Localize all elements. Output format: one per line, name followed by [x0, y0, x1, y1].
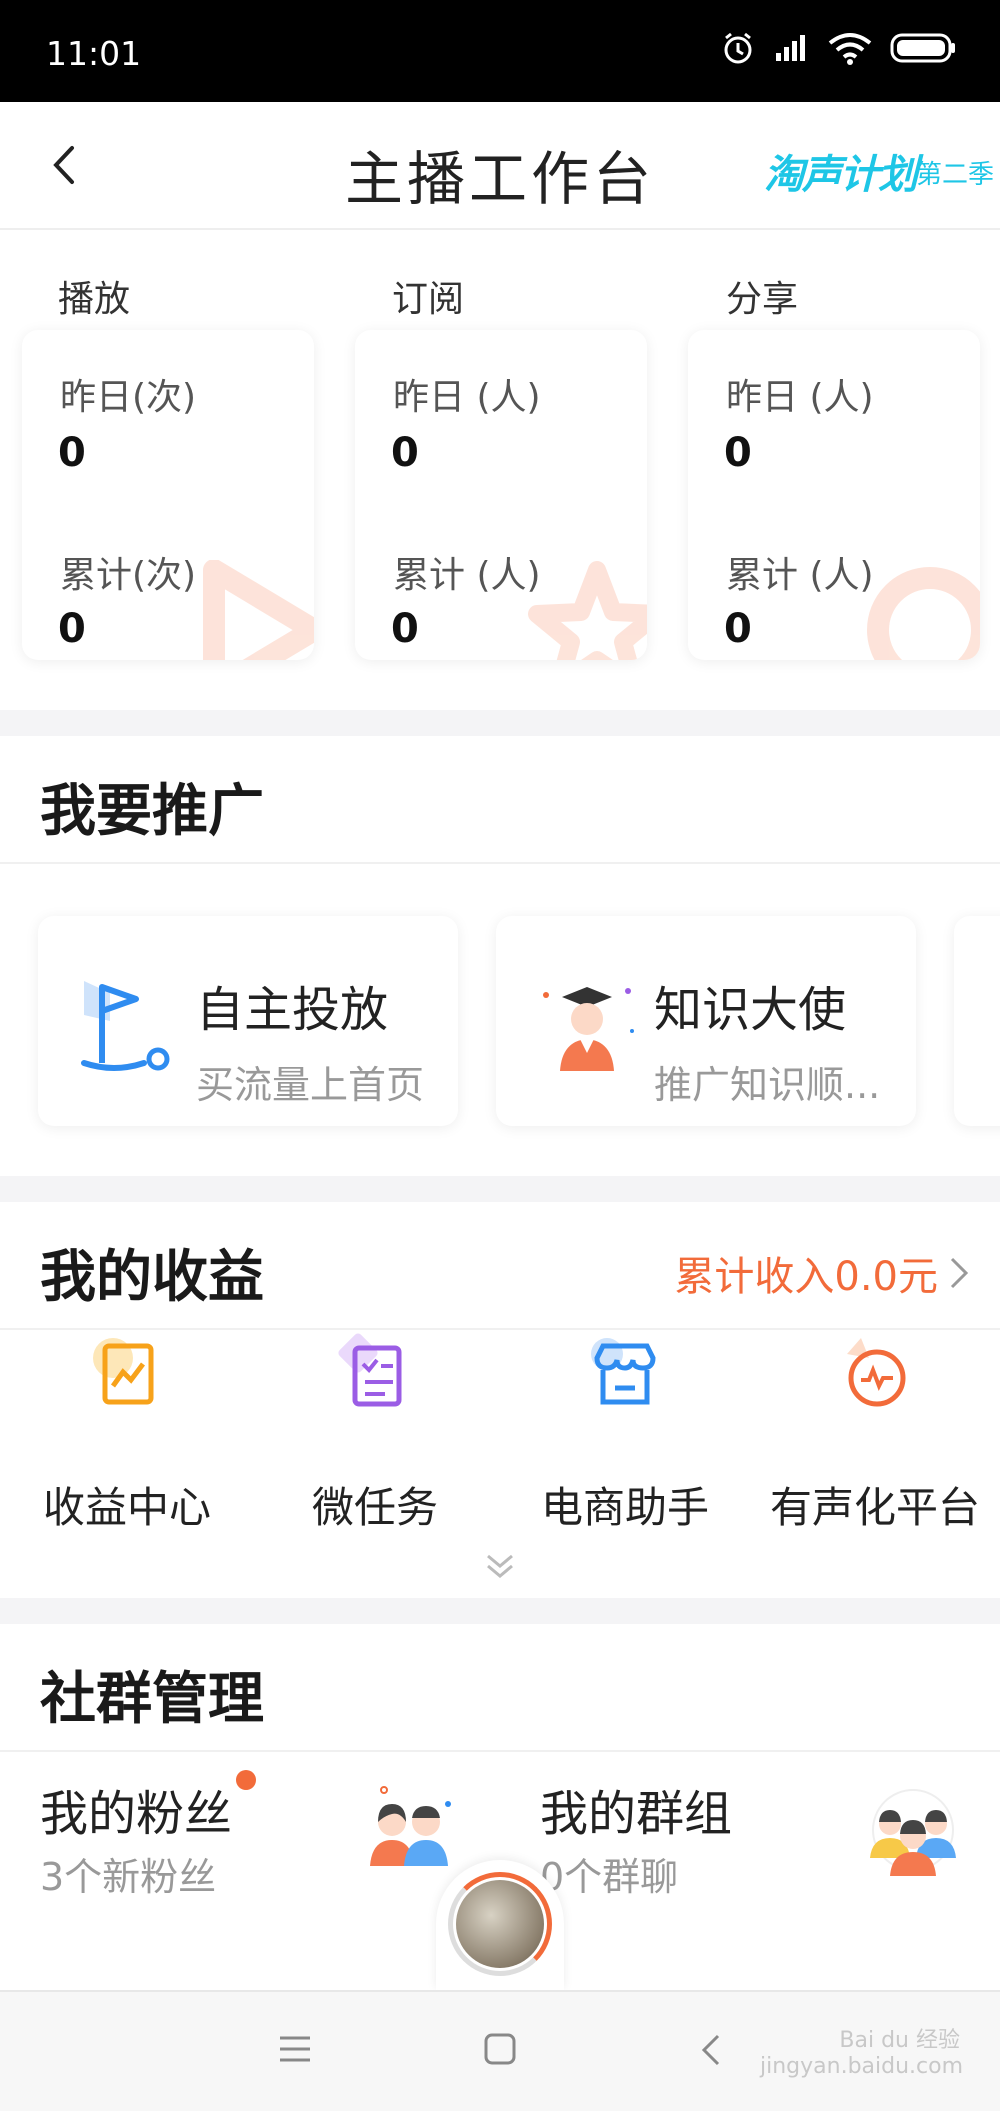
battery-icon	[890, 33, 955, 63]
total-label: 累计 (人)	[393, 555, 541, 596]
status-icons	[720, 30, 956, 66]
earnings-item-label: 电商助手	[540, 1483, 709, 1532]
divider	[0, 1750, 1000, 1752]
app-header: 主播工作台 淘声计划 第二季	[0, 102, 1000, 230]
stat-card-subscribe[interactable]: 昨日 (人) 0 累计 (人) 0	[355, 330, 647, 660]
yesterday-label: 昨日(次)	[60, 377, 197, 418]
group-icon	[870, 1789, 956, 1876]
home-icon[interactable]	[483, 2032, 517, 2066]
chart-icon	[93, 1338, 154, 1405]
graduate-icon	[543, 987, 634, 1071]
system-nav-bar: Bai du 经验 jingyan.baidu.com	[0, 1990, 1000, 2111]
expand-chevron-icon[interactable]	[484, 1550, 516, 1582]
community-title: 社群管理	[40, 1667, 264, 1732]
promote-section: 我要推广 自主投放 买流量上首页 知识大使 推广知识顺...	[0, 736, 1000, 1176]
fans-icon	[370, 1786, 451, 1866]
stat-card-play[interactable]: 昨日(次) 0 累计(次) 0	[22, 330, 314, 660]
flag-icon	[81, 981, 170, 1071]
promote-title: 我要推广	[40, 779, 264, 844]
promo-title: 知识大使	[654, 982, 847, 1038]
community-item-groups[interactable]: 我的群组 0个群聊	[540, 1774, 1000, 1944]
earnings-item-label: 有声化平台	[769, 1483, 980, 1532]
earnings-item-label: 收益中心	[42, 1483, 211, 1532]
checklist-icon	[338, 1333, 402, 1407]
community-item-title: 我的粉丝	[40, 1786, 233, 1842]
community-item-title: 我的群组	[540, 1786, 733, 1842]
promo-title: 自主投放	[196, 982, 389, 1038]
promo-subtitle: 推广知识顺...	[654, 1063, 881, 1107]
community-item-subtitle: 0个群聊	[540, 1855, 679, 1899]
earnings-section: 我的收益 累计收入0.0元 收益中心 微任务 电商助手 有声化平台	[0, 1202, 1000, 1598]
earnings-item-label: 微任务	[311, 1483, 438, 1532]
total-label: 累计(次)	[60, 555, 197, 596]
stat-heading-play: 播放	[58, 279, 131, 320]
floating-player[interactable]	[448, 1872, 552, 1976]
watermark: Bai du 经验 jingyan.baidu.com	[760, 2028, 964, 2079]
community-item-subtitle: 3个新粉丝	[40, 1855, 217, 1899]
yesterday-value: 0	[58, 430, 86, 476]
brand-name: 淘声计划	[764, 152, 918, 198]
star-watermark-icon	[528, 561, 647, 660]
total-income-link[interactable]: 累计收入0.0元	[674, 1244, 970, 1302]
yesterday-label: 昨日 (人)	[726, 377, 874, 418]
earnings-title: 我的收益	[40, 1245, 264, 1310]
pulse-icon	[847, 1338, 906, 1407]
back-icon[interactable]	[698, 2032, 722, 2068]
store-icon	[591, 1338, 656, 1405]
promo-subtitle: 买流量上首页	[196, 1063, 425, 1107]
earnings-item-center[interactable]: 收益中心	[2, 1324, 252, 1532]
promo-card-ambassador[interactable]: 知识大使 推广知识顺...	[496, 916, 916, 1126]
stats-panel: 播放 订阅 分享 昨日(次) 0 累计(次) 0 昨日 (人) 0 累计 (人)…	[0, 230, 1000, 710]
stat-heading-share: 分享	[726, 279, 799, 320]
yesterday-value: 0	[391, 430, 419, 476]
brand-logo[interactable]: 淘声计划 第二季	[764, 136, 994, 198]
album-cover	[456, 1880, 544, 1968]
menu-icon[interactable]	[278, 2034, 312, 2064]
total-value: 0	[391, 606, 419, 652]
yesterday-value: 0	[724, 430, 752, 476]
total-value: 0	[724, 606, 752, 652]
signal-icon	[776, 35, 805, 61]
yesterday-label: 昨日 (人)	[393, 377, 541, 418]
stat-heading-subscribe: 订阅	[392, 279, 465, 320]
brand-season: 第二季	[915, 160, 994, 190]
play-watermark-icon	[203, 560, 314, 660]
promo-card-more[interactable]	[954, 916, 1000, 1126]
notification-dot	[236, 1770, 256, 1790]
promo-card-self-serve[interactable]: 自主投放 买流量上首页	[38, 916, 458, 1126]
chevron-right-icon	[950, 1257, 969, 1289]
status-bar: 11:01	[0, 0, 1000, 102]
stat-card-share[interactable]: 昨日 (人) 0 累计 (人) 0	[688, 330, 980, 660]
total-value: 0	[58, 606, 86, 652]
total-label: 累计 (人)	[726, 555, 874, 596]
earnings-item-microtask[interactable]: 微任务	[250, 1324, 500, 1532]
total-income-text: 累计收入0.0元	[674, 1254, 938, 1300]
alarm-icon	[724, 32, 752, 64]
earnings-item-ecommerce[interactable]: 电商助手	[500, 1324, 750, 1532]
divider	[0, 862, 1000, 864]
community-section: 社群管理 我的粉丝 3个新粉丝 我的群组 0个群聊	[0, 1624, 1000, 1990]
share-watermark-icon	[867, 567, 980, 660]
status-time: 11:01	[46, 34, 142, 73]
wifi-icon	[828, 33, 872, 65]
earnings-item-audio-platform[interactable]: 有声化平台	[750, 1324, 1000, 1532]
